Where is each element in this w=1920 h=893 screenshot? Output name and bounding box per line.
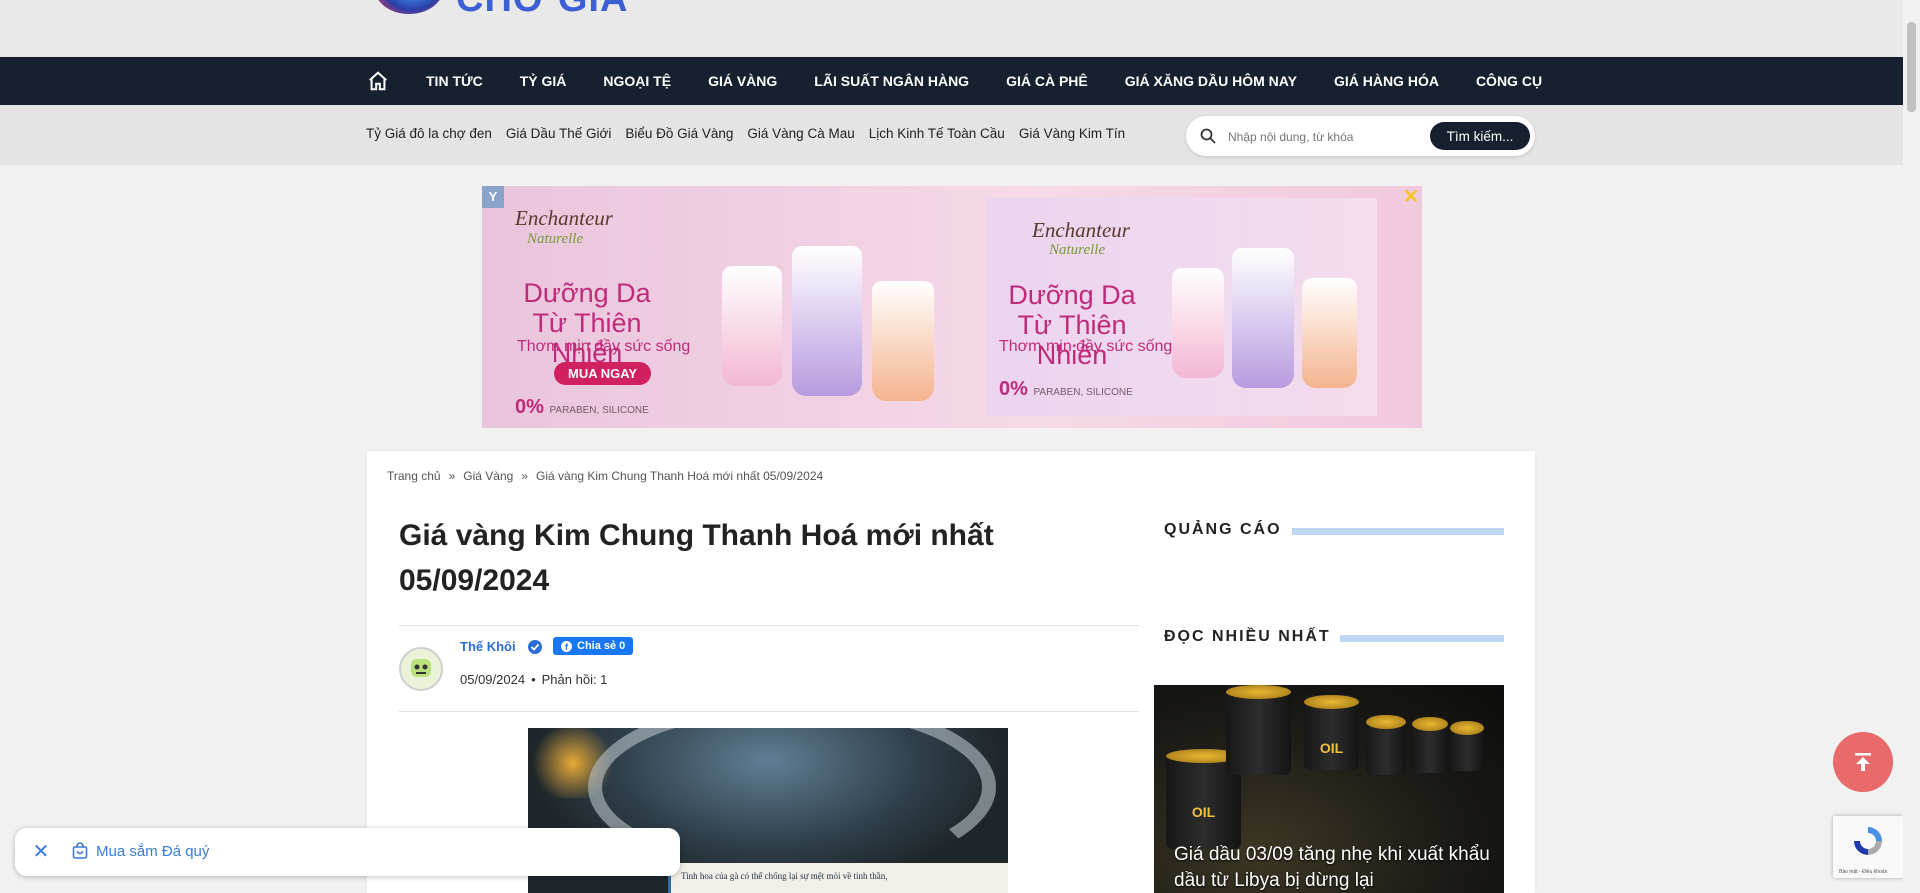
site-logo[interactable]: CHỢ GIÁ xyxy=(374,0,674,14)
oil-barrel-image xyxy=(1366,715,1406,775)
subnav-link-gia-vang-kim-tin[interactable]: Giá Vàng Kim Tín xyxy=(1019,126,1125,141)
ad-headline-2: Dưỡng Da Từ Thiên Nhiên xyxy=(1008,280,1136,370)
article-meta: 05/09/2024 • Phản hồi: 1 xyxy=(460,672,607,687)
ad-brand-sub-2: Naturelle xyxy=(1049,242,1106,258)
article-title: Giá vàng Kim Chung Thanh Hoá mới nhất 05… xyxy=(399,519,994,597)
nav-item-lai-suat[interactable]: LÃI SUẤT NGÂN HÀNG xyxy=(814,73,969,89)
ad-brand-sub: Naturelle xyxy=(527,231,584,247)
ad-brand: Enchanteur xyxy=(515,206,613,230)
article-date: 05/09/2024 xyxy=(460,672,526,687)
search-box: Tìm kiếm... xyxy=(1186,116,1535,156)
ad-panel-left: Enchanteur Naturelle Dưỡng Da Từ Thiên N… xyxy=(482,186,962,428)
subnav-link-bieu-do-gia-vang[interactable]: Biểu Đồ Giá Vàng xyxy=(625,126,733,141)
breadcrumb-separator: » xyxy=(448,469,456,483)
ad-bottle-peach-2 xyxy=(1302,278,1357,388)
ad-bottle-pink xyxy=(722,266,782,386)
recaptcha-badge[interactable]: Bảo mật - Điều khoản xyxy=(1833,816,1903,878)
subnav-link-ty-gia-cho-den[interactable]: Tỷ Giá đô la chợ đen xyxy=(366,126,492,141)
main-nav: TIN TỨC TỶ GIÁ NGOẠI TỆ GIÁ VÀNG LÃI SUẤ… xyxy=(0,57,1903,105)
breadcrumb-home[interactable]: Trang chủ xyxy=(387,469,441,483)
logo-text: CHỢ GIÁ xyxy=(456,0,628,14)
facebook-share-button[interactable]: f Chia sẻ 0 xyxy=(553,637,634,655)
search-button[interactable]: Tìm kiếm... xyxy=(1430,122,1530,150)
ad-claim: 0% PARABEN, SILICONE xyxy=(515,396,649,419)
barrel-label: OIL xyxy=(1319,740,1344,756)
arrow-up-icon xyxy=(1855,753,1871,771)
subnav-link-lich-kinh-te[interactable]: Lịch Kinh Tế Toàn Cầu xyxy=(869,126,1005,141)
close-icon[interactable]: ✕ xyxy=(29,840,53,864)
nav-item-tin-tuc[interactable]: TIN TỨC xyxy=(426,73,483,89)
scroll-to-top-button[interactable] xyxy=(1833,732,1893,792)
nav-item-gia-hang-hoa[interactable]: GIÁ HÀNG HÓA xyxy=(1334,73,1439,89)
ad-bottle-peach xyxy=(872,281,934,401)
breadcrumb-gia-vang[interactable]: Giá Vàng xyxy=(463,469,513,483)
ad-bottle-pink-2 xyxy=(1172,268,1224,378)
divider xyxy=(399,625,1139,626)
ad-banner[interactable]: Y ✕ Enchanteur Naturelle Dưỡng Da Từ Thi… xyxy=(482,186,1422,428)
author-name[interactable]: Thế Khôi xyxy=(460,639,516,654)
search-icon xyxy=(1200,128,1216,144)
ad-panel-right: Enchanteur Naturelle Dưỡng Da Từ Thiên N… xyxy=(987,198,1377,416)
breadcrumb-current: Giá vàng Kim Chung Thanh Hoá mới nhất 05… xyxy=(536,469,824,483)
nav-item-gia-xang-dau[interactable]: GIÁ XĂNG DẦU HÔM NAY xyxy=(1125,73,1297,89)
top-header: CHỢ GIÁ xyxy=(0,0,1903,57)
ad-close-icon[interactable]: ✕ xyxy=(1400,186,1422,208)
sidebar-heading-ads: QUẢNG CÁO xyxy=(1164,521,1282,538)
oil-barrel-image xyxy=(1226,685,1291,775)
ad-bottle-purple-2 xyxy=(1232,248,1294,388)
ad-claim-text: PARABEN, SILICONE xyxy=(549,405,649,416)
subnav-link-gia-dau[interactable]: Giá Dầu Thế Giới xyxy=(506,126,611,141)
verified-icon xyxy=(528,640,542,654)
logo-globe-icon xyxy=(374,0,444,14)
breadcrumb-separator: » xyxy=(521,469,529,483)
author-avatar[interactable] xyxy=(399,647,443,691)
sidebar-heading-popular: ĐỌC NHIỀU NHẤT xyxy=(1164,628,1331,645)
nav-item-cong-cu[interactable]: CÔNG CỤ xyxy=(1476,73,1542,89)
ad-cta-button[interactable]: MUA NGAY xyxy=(554,362,652,385)
oil-barrel-image xyxy=(1412,717,1448,773)
popular-news-card[interactable]: OIL OIL Giá dầu 03/09 tăng nhẹ khi xuất … xyxy=(1154,685,1504,893)
nav-item-gia-vang[interactable]: GIÁ VÀNG xyxy=(708,73,777,89)
popular-news-title[interactable]: Giá dầu 03/09 tăng nhẹ khi xuất khẩu dầu… xyxy=(1174,842,1494,893)
ad-claim-text-2: PARABEN, SILICONE xyxy=(1033,387,1133,398)
breadcrumb: Trang chủ » Giá Vàng » Giá vàng Kim Chun… xyxy=(387,469,831,483)
ad-bottle-purple xyxy=(792,246,862,396)
image-caption: Tinh hoa của gà có thể chống lại sự mệt … xyxy=(668,863,1008,893)
meta-dot: • xyxy=(531,672,536,687)
article-card: Trang chủ » Giá Vàng » Giá vàng Kim Chun… xyxy=(367,451,1535,893)
ad-brand-2: Enchanteur xyxy=(1032,218,1130,242)
oil-barrel-image: OIL xyxy=(1304,695,1359,770)
oil-barrel-image xyxy=(1450,721,1484,771)
ad-tagline-2: Thơm mịn đầy sức sống xyxy=(999,338,1173,355)
ad-claim-pct: 0% xyxy=(515,396,544,418)
barrel-label: OIL xyxy=(1191,804,1216,820)
recaptcha-icon xyxy=(1854,827,1882,855)
nav-item-gia-ca-phe[interactable]: GIÁ CÀ PHÊ xyxy=(1006,73,1088,89)
shopping-suggestion-link[interactable]: Mua sắm Đá quý xyxy=(96,843,209,860)
facebook-icon: f xyxy=(561,640,572,652)
nav-item-ngoai-te[interactable]: NGOẠI TỆ xyxy=(603,73,671,89)
ad-claim-pct-2: 0% xyxy=(999,378,1028,400)
shopping-suggestion-bar: ✕ Mua sắm Đá quý xyxy=(15,828,680,876)
sidebar-heading-line xyxy=(1340,635,1504,642)
ad-tagline: Thơm mịn đầy sức sống xyxy=(517,338,691,355)
sub-nav: Tỷ Giá đô la chợ đen Giá Dầu Thế Giới Bi… xyxy=(0,105,1903,165)
home-icon[interactable] xyxy=(366,69,390,93)
nav-item-ty-gia[interactable]: TỶ GIÁ xyxy=(520,73,567,89)
scrollbar-thumb[interactable] xyxy=(1907,22,1916,112)
divider xyxy=(399,711,1139,712)
page-scrollbar[interactable] xyxy=(1903,0,1920,893)
recaptcha-text: Bảo mật - Điều khoản xyxy=(1839,869,1888,875)
article-replies[interactable]: Phản hồi: 1 xyxy=(542,672,608,687)
sidebar-heading-line xyxy=(1292,528,1504,535)
shopping-bag-icon xyxy=(72,842,88,859)
search-input[interactable] xyxy=(1226,126,1410,148)
share-count: Chia sẻ 0 xyxy=(577,640,626,652)
ad-claim-2: 0% PARABEN, SILICONE xyxy=(999,378,1133,401)
subnav-link-gia-vang-ca-mau[interactable]: Giá Vàng Cà Mau xyxy=(747,126,854,141)
